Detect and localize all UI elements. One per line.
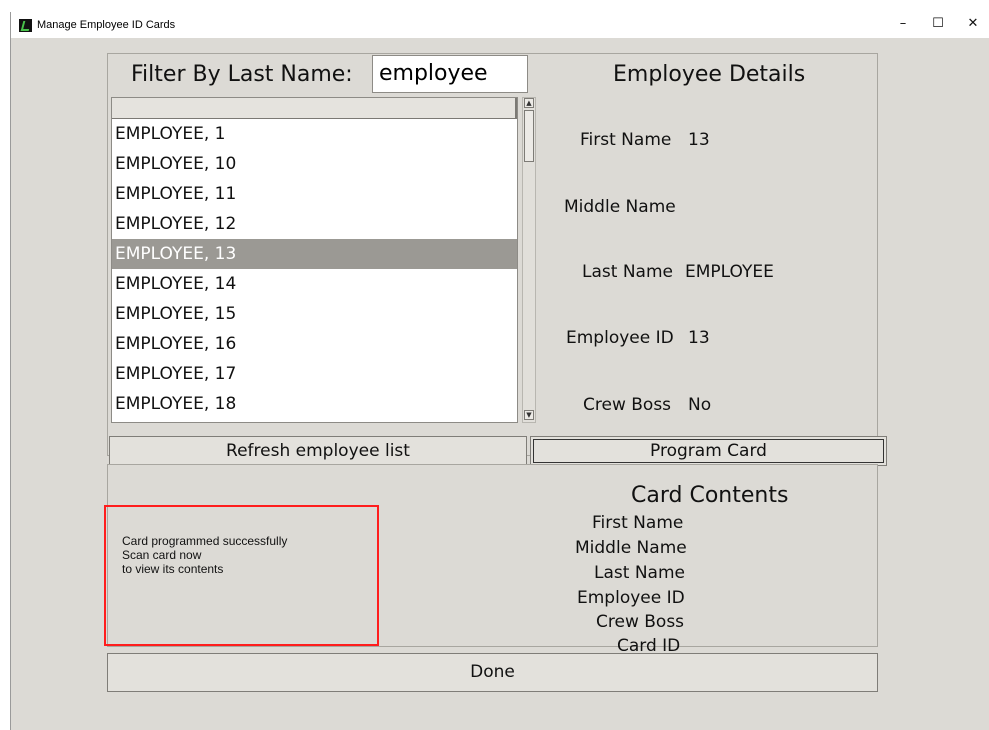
minimize-button[interactable]: – bbox=[886, 12, 920, 38]
status-line-2: Scan card now bbox=[122, 548, 202, 562]
crew-boss-label: Crew Boss bbox=[583, 395, 672, 415]
filter-input[interactable]: employee bbox=[372, 55, 528, 93]
refresh-employee-list-button[interactable]: Refresh employee list bbox=[109, 436, 527, 466]
employee-panel: Filter By Last Name: employee EMPLOYEE, … bbox=[107, 53, 878, 456]
close-button[interactable]: ✕ bbox=[956, 12, 989, 38]
last-name-label: Last Name bbox=[582, 262, 673, 282]
scroll-down-icon[interactable]: ▼ bbox=[524, 410, 534, 420]
list-item[interactable]: EMPLOYEE, 17 bbox=[112, 359, 517, 389]
card-contents-title: Card Contents bbox=[631, 483, 789, 508]
employee-list[interactable]: EMPLOYEE, 1 EMPLOYEE, 10 EMPLOYEE, 11 EM… bbox=[111, 97, 518, 423]
employee-id-value: 13 bbox=[688, 328, 710, 348]
list-item[interactable]: EMPLOYEE, 15 bbox=[112, 299, 517, 329]
card-contents-panel: Card programmed successfully Scan card n… bbox=[104, 464, 878, 656]
employee-details-title: Employee Details bbox=[613, 62, 806, 87]
maximize-button[interactable]: ☐ bbox=[921, 12, 955, 38]
app-icon bbox=[19, 19, 32, 32]
scroll-up-icon[interactable]: ▲ bbox=[524, 98, 534, 108]
card-crew-boss-label: Crew Boss bbox=[596, 612, 685, 632]
list-item[interactable]: EMPLOYEE, 14 bbox=[112, 269, 517, 299]
status-message-box: Card programmed successfully Scan card n… bbox=[104, 505, 379, 646]
crew-boss-value: No bbox=[688, 395, 712, 415]
last-name-value: EMPLOYEE bbox=[685, 262, 774, 282]
window-title: Manage Employee ID Cards bbox=[37, 19, 176, 31]
list-item[interactable]: EMPLOYEE, 10 bbox=[112, 149, 517, 179]
status-line-3: to view its contents bbox=[122, 562, 224, 576]
employee-id-label: Employee ID bbox=[566, 328, 674, 348]
list-item[interactable]: EMPLOYEE, 18 bbox=[112, 389, 517, 419]
done-button[interactable]: Done bbox=[107, 653, 878, 692]
scroll-thumb[interactable] bbox=[524, 110, 534, 162]
list-item[interactable]: EMPLOYEE, 16 bbox=[112, 329, 517, 359]
middle-name-label: Middle Name bbox=[564, 197, 676, 217]
first-name-value: 13 bbox=[688, 130, 710, 150]
list-item[interactable]: EMPLOYEE, 1 bbox=[112, 119, 517, 149]
program-card-button[interactable]: Program Card bbox=[530, 436, 887, 466]
card-first-name-label: First Name bbox=[592, 513, 684, 533]
list-item[interactable]: EMPLOYEE, 12 bbox=[112, 209, 517, 239]
filter-label: Filter By Last Name: bbox=[131, 62, 353, 87]
status-line-1: Card programmed successfully bbox=[122, 534, 288, 548]
first-name-label: First Name bbox=[580, 130, 672, 150]
title-bar: Manage Employee ID Cards – ☐ ✕ bbox=[11, 12, 989, 38]
list-item-selected[interactable]: EMPLOYEE, 13 bbox=[112, 239, 517, 269]
card-last-name-label: Last Name bbox=[594, 563, 685, 583]
list-header bbox=[112, 98, 517, 119]
card-employee-id-label: Employee ID bbox=[577, 588, 685, 608]
list-item[interactable]: EMPLOYEE, 11 bbox=[112, 179, 517, 209]
card-middle-name-label: Middle Name bbox=[575, 538, 687, 558]
list-scrollbar[interactable]: ▲ ▼ bbox=[522, 97, 536, 423]
